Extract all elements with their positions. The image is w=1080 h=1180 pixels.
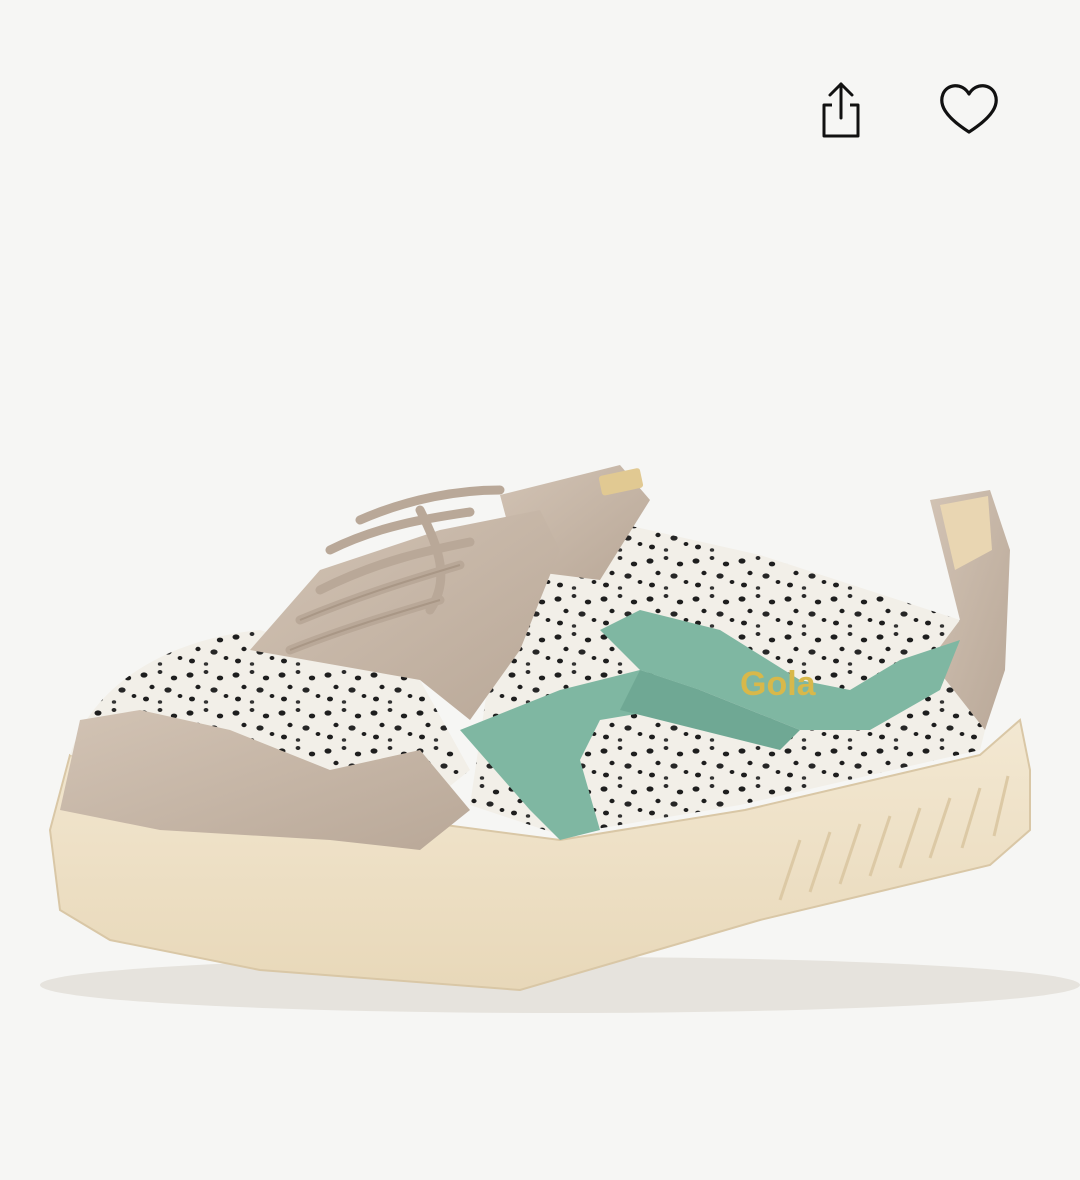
heart-icon	[936, 78, 1002, 141]
product-gallery-screen: Gola	[0, 0, 1080, 1180]
share-icon	[813, 78, 869, 145]
share-button[interactable]	[806, 76, 876, 146]
brand-logo: Gola	[740, 665, 817, 703]
favorite-button[interactable]	[932, 72, 1006, 146]
product-image[interactable]: Gola	[0, 250, 1080, 1070]
